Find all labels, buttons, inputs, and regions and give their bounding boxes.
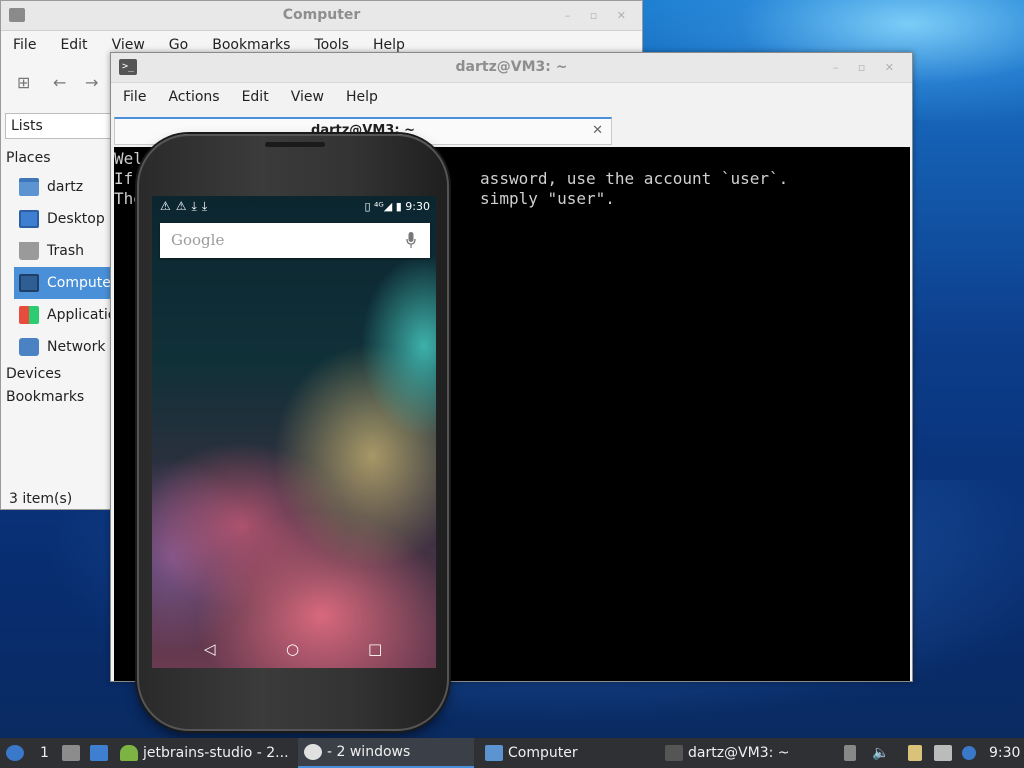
eject-icon (844, 745, 856, 761)
home-folder-icon (19, 178, 39, 196)
launcher-button[interactable] (90, 738, 108, 768)
arrow-right-icon[interactable]: → (85, 73, 98, 92)
sidebar-item-trash[interactable]: Trash (1, 235, 113, 267)
workspace-switcher[interactable]: 1 (40, 738, 49, 768)
show-desktop-button[interactable] (62, 738, 80, 768)
sidebar-item-label: dartz (47, 179, 84, 195)
clipboard-icon (908, 745, 922, 761)
tray-volume[interactable]: 🔈 (872, 738, 889, 768)
status-clock: 9:30 (405, 200, 430, 213)
taskbar-item-label: jetbrains-studio - 2... (143, 745, 289, 761)
google-logo: Google (171, 231, 225, 249)
start-menu-icon (6, 745, 24, 761)
terminal-title: dartz@VM3: ~ (455, 59, 568, 75)
phone-screen[interactable]: ⚠⚠⤓⤓ ▯ ⁴ᴳ◢ ▮ 9:30 Google ◁ ○ □ (152, 196, 436, 668)
back-icon[interactable]: ◁ (204, 640, 216, 658)
android-nav-bar: ◁ ○ □ (152, 632, 436, 668)
android-icon (120, 745, 138, 761)
tray-clipboard[interactable] (908, 738, 922, 768)
network-icon (19, 338, 39, 356)
menu-help[interactable]: Help (346, 89, 378, 105)
sidebar-item-dartz[interactable]: dartz (1, 171, 113, 203)
sidebar-item-network[interactable]: Network (1, 331, 113, 363)
new-tab-icon[interactable]: ⊞ (17, 73, 30, 92)
start-menu-button[interactable] (6, 738, 24, 768)
menu-file[interactable]: File (13, 37, 36, 53)
android-emulator[interactable]: ⚠⚠⤓⤓ ▯ ⁴ᴳ◢ ▮ 9:30 Google ◁ ○ □ (137, 134, 449, 731)
sidebar-section-bookmarks[interactable]: Bookmarks (1, 386, 113, 409)
folder-icon (485, 745, 503, 761)
taskbar-item-windows-group[interactable]: - 2 windows (298, 738, 474, 768)
taskbar-item-computer[interactable]: Computer (485, 738, 578, 768)
terminal-menubar: File Actions Edit View Help (111, 83, 912, 111)
notification-icons: ⚠⚠⤓⤓ (160, 199, 213, 213)
menu-bookmarks[interactable]: Bookmarks (212, 37, 290, 53)
computer-icon (19, 274, 39, 292)
emulator-icon (304, 744, 322, 760)
menu-help[interactable]: Help (373, 37, 405, 53)
file-manager-title: Computer (282, 7, 361, 23)
google-search-widget[interactable]: Google (160, 223, 430, 258)
applications-icon (19, 306, 39, 324)
close-icon[interactable]: ✕ (592, 119, 603, 143)
taskbar-item-jetbrains[interactable]: jetbrains-studio - 2... (120, 738, 289, 768)
file-manager-titlebar[interactable]: Computer – ▫ ✕ (1, 1, 642, 31)
menu-view[interactable]: View (291, 89, 324, 105)
menu-actions[interactable]: Actions (168, 89, 219, 105)
trash-icon (19, 242, 39, 260)
info-icon (962, 746, 976, 760)
menu-file[interactable]: File (123, 89, 146, 105)
sidebar-item-label: Desktop (47, 211, 105, 227)
file-manager-launcher-icon (62, 745, 80, 761)
file-manager-sidebar: Places dartz Desktop Trash Computer Appl… (1, 145, 133, 409)
taskbar-item-label: Computer (508, 745, 578, 761)
microphone-icon[interactable] (406, 232, 416, 249)
taskbar-item-label: dartz@VM3: ~ (688, 745, 790, 761)
taskbar-item-label: - 2 windows (327, 744, 411, 760)
status-bar-text: 3 item(s) (9, 491, 73, 507)
signal-battery-icons: ▯ ⁴ᴳ◢ ▮ (364, 200, 406, 213)
desktop-icon (19, 210, 39, 228)
menu-tools[interactable]: Tools (314, 37, 349, 53)
sidebar-item-desktop[interactable]: Desktop (1, 203, 113, 235)
sidebar-item-applications[interactable]: Applications (1, 299, 133, 331)
sidebar-item-label: Network (47, 339, 106, 355)
menu-edit[interactable]: Edit (242, 89, 269, 105)
sidebar-item-label: Computer (47, 275, 117, 291)
phone-speaker (265, 142, 325, 147)
terminal-icon (665, 745, 683, 761)
view-mode-selector[interactable]: Lists (5, 113, 113, 139)
arrow-left-icon[interactable]: ← (53, 73, 66, 92)
terminal-titlebar[interactable]: >_ dartz@VM3: ~ – ▫ ✕ (111, 53, 912, 83)
desktop-launcher-icon (90, 745, 108, 761)
taskbar: 1 jetbrains-studio - 2... - 2 windows Co… (0, 738, 1024, 768)
home-icon[interactable]: ○ (286, 640, 299, 658)
recents-icon[interactable]: □ (368, 640, 382, 658)
window-controls[interactable]: – ▫ ✕ (565, 9, 634, 22)
taskbar-item-terminal[interactable]: dartz@VM3: ~ (665, 738, 790, 768)
tray-notification[interactable] (962, 738, 976, 768)
taskbar-clock[interactable]: 9:30 (989, 738, 1020, 768)
sidebar-item-label: Trash (47, 243, 84, 259)
menu-edit[interactable]: Edit (60, 37, 87, 53)
menu-view[interactable]: View (112, 37, 145, 53)
window-controls[interactable]: – ▫ ✕ (833, 61, 902, 74)
volume-icon: 🔈 (872, 745, 890, 761)
sidebar-item-computer[interactable]: Computer (14, 267, 117, 299)
status-right: ▯ ⁴ᴳ◢ ▮ 9:30 (364, 200, 430, 213)
menu-go[interactable]: Go (169, 37, 188, 53)
tray-eject-icon[interactable] (844, 738, 856, 768)
sidebar-section-places[interactable]: Places (1, 145, 113, 171)
network-icon (934, 745, 952, 761)
sidebar-section-devices[interactable]: Devices (1, 363, 113, 386)
android-status-bar: ⚠⚠⤓⤓ ▯ ⁴ᴳ◢ ▮ 9:30 (152, 196, 436, 218)
tray-network[interactable] (934, 738, 952, 768)
